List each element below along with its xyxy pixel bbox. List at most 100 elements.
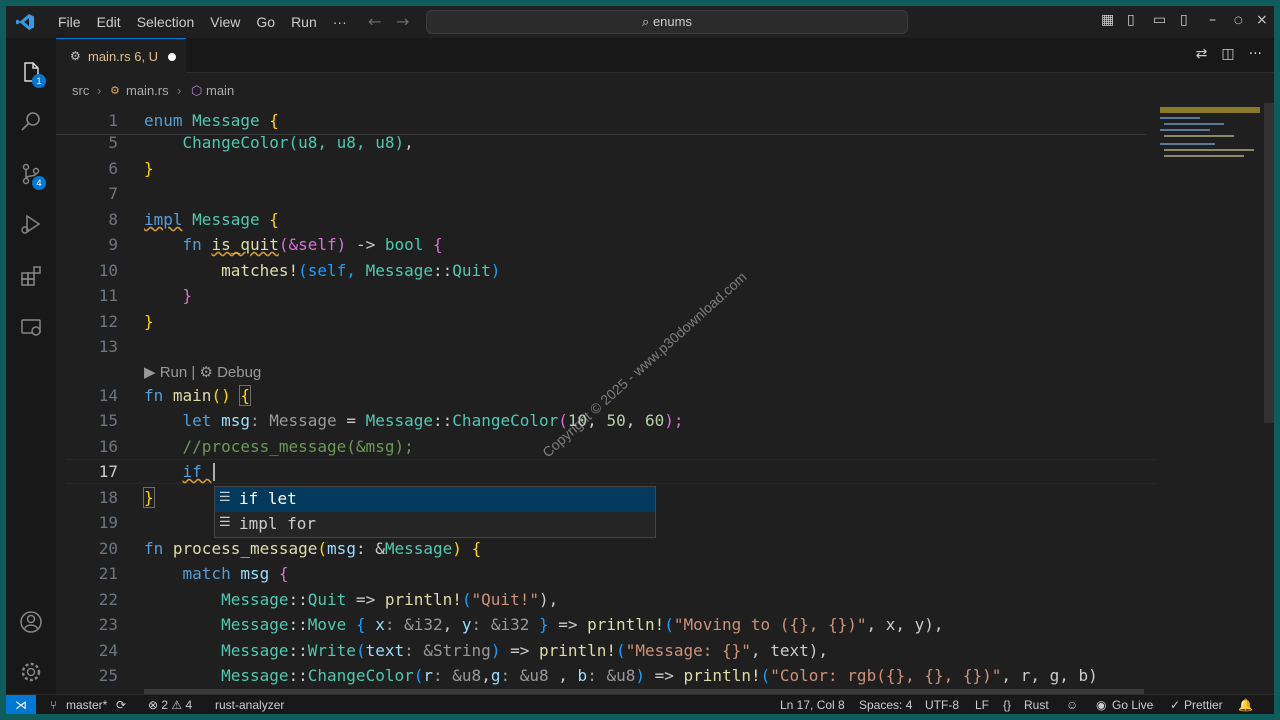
code-line: fn is_quit(&self) -> bool { bbox=[144, 235, 443, 254]
minimize-icon[interactable]: – bbox=[1209, 12, 1216, 28]
toggle-secondary-sidebar-icon[interactable]: ▯ bbox=[1180, 12, 1188, 28]
line-number: 25 bbox=[98, 666, 118, 685]
remote-indicator-icon[interactable]: ⋊ bbox=[6, 695, 36, 714]
codelens-run-debug[interactable]: ▶ Run | ⚙ Debug bbox=[144, 363, 261, 381]
account-icon[interactable] bbox=[19, 610, 43, 634]
title-bar: File Edit Selection View Go Run ··· ← → … bbox=[6, 6, 1274, 38]
git-branch[interactable]: master* bbox=[66, 698, 107, 712]
token: 50 bbox=[606, 411, 626, 430]
bell-icon[interactable]: 🔔 bbox=[1238, 698, 1253, 712]
token: ( bbox=[664, 615, 674, 634]
line-number: 10 bbox=[98, 261, 118, 280]
code-line: impl Message { bbox=[144, 210, 279, 229]
customize-layout-icon[interactable]: ▦ bbox=[1101, 12, 1114, 28]
menu-selection[interactable]: Selection bbox=[129, 6, 203, 38]
maximize-icon[interactable]: ○ bbox=[1234, 15, 1243, 26]
breadcrumb-symbol[interactable]: main bbox=[206, 83, 234, 98]
token: match bbox=[182, 564, 231, 583]
line-number: 11 bbox=[98, 286, 118, 305]
vertical-scrollbar[interactable] bbox=[1264, 103, 1274, 423]
token: if bbox=[182, 462, 212, 481]
minimap-line bbox=[1164, 149, 1254, 151]
copilot-icon[interactable]: ☺ bbox=[1066, 698, 1078, 712]
suggestion-widget[interactable]: ☰ if let ☰ impl for bbox=[214, 486, 656, 538]
rust-file-icon: ⚙ bbox=[70, 49, 81, 63]
end-of-line[interactable]: LF bbox=[975, 698, 989, 712]
settings-gear-icon[interactable] bbox=[19, 660, 43, 684]
breadcrumb-file[interactable]: main.rs bbox=[126, 83, 169, 98]
chevron-right-icon: › bbox=[177, 83, 182, 98]
menu-edit[interactable]: Edit bbox=[89, 6, 129, 38]
code-line: } bbox=[144, 286, 193, 305]
forward-arrow-icon[interactable]: → bbox=[396, 12, 409, 31]
indentation[interactable]: Spaces: 4 bbox=[859, 698, 912, 712]
status-bar: ⋊ ⑂ master* ⟳ ⊗ 2 ⚠ 4 rust-analyzer Ln 1… bbox=[6, 694, 1274, 714]
minimap-line bbox=[1164, 135, 1234, 137]
remote-explorer-icon[interactable] bbox=[19, 316, 43, 340]
encoding[interactable]: UTF-8 bbox=[925, 698, 959, 712]
extensions-icon[interactable] bbox=[19, 264, 43, 288]
sync-icon[interactable]: ⟳ bbox=[116, 698, 126, 712]
token: b bbox=[577, 666, 588, 685]
back-arrow-icon[interactable]: ← bbox=[368, 12, 381, 31]
toggle-sidebar-icon[interactable]: ▯ bbox=[1127, 12, 1135, 28]
breadcrumb-src[interactable]: src bbox=[72, 83, 89, 98]
go-live-button[interactable]: Go Live bbox=[1112, 698, 1153, 712]
token: ) bbox=[452, 539, 462, 558]
prettier-status[interactable]: Prettier bbox=[1184, 698, 1223, 712]
problems-count[interactable]: ⊗ 2 ⚠ 4 bbox=[148, 698, 192, 712]
minimap-line bbox=[1160, 129, 1210, 131]
split-editor-icon[interactable]: ◫ bbox=[1221, 46, 1234, 62]
menu-file[interactable]: File bbox=[50, 6, 89, 38]
command-center-search[interactable]: ⌕ enums bbox=[426, 10, 908, 34]
line-number: 21 bbox=[98, 564, 118, 583]
menu-more[interactable]: ··· bbox=[325, 6, 355, 38]
language-mode[interactable]: Rust bbox=[1024, 698, 1049, 712]
run-debug-icon[interactable] bbox=[19, 212, 43, 236]
token: { bbox=[239, 385, 251, 406]
cursor-position[interactable]: Ln 17, Col 8 bbox=[780, 698, 845, 712]
token: enum bbox=[144, 111, 183, 130]
suggestion-item-selected[interactable]: ☰ if let bbox=[215, 487, 655, 512]
suggestion-item[interactable]: ☰ impl for bbox=[215, 512, 655, 537]
minimap[interactable] bbox=[1156, 103, 1266, 213]
token: , r, g, b) bbox=[1001, 666, 1098, 685]
line-number-current: 17 bbox=[98, 462, 118, 481]
tab-main-rs[interactable]: ⚙ main.rs 6, U bbox=[56, 38, 186, 73]
token: 60 bbox=[644, 411, 665, 430]
token: ), bbox=[538, 590, 559, 609]
compare-changes-icon[interactable]: ⇄ bbox=[1196, 46, 1208, 62]
token: Message bbox=[384, 539, 453, 558]
menu-go[interactable]: Go bbox=[248, 6, 283, 38]
token: :: bbox=[288, 666, 308, 685]
code-line: matches!(self, Message::Quit) bbox=[144, 261, 500, 280]
more-actions-icon[interactable]: ··· bbox=[1249, 46, 1262, 62]
unsaved-dot-icon[interactable] bbox=[168, 53, 176, 61]
menu-run[interactable]: Run bbox=[283, 6, 325, 38]
chevron-right-icon: › bbox=[97, 83, 102, 98]
minimap-highlight bbox=[1160, 107, 1260, 113]
token: } bbox=[143, 487, 155, 508]
suggestion-label: if let bbox=[239, 489, 297, 508]
token: { bbox=[471, 539, 482, 558]
line-number: 22 bbox=[98, 590, 118, 609]
token: :: bbox=[433, 411, 453, 430]
vscode-window: File Edit Selection View Go Run ··· ← → … bbox=[6, 6, 1274, 714]
token: ( bbox=[461, 590, 472, 609]
source-control-badge: 4 bbox=[32, 176, 46, 190]
menu-view[interactable]: View bbox=[202, 6, 248, 38]
function-symbol-icon: ⬡ bbox=[191, 83, 203, 98]
token: println! bbox=[683, 666, 761, 685]
token: is_quit bbox=[211, 235, 279, 254]
line-number: 7 bbox=[108, 184, 118, 203]
close-icon[interactable]: × bbox=[1256, 12, 1268, 28]
editor-tab-bar: ⚙ main.rs 6, U ⇄ ◫ ··· bbox=[56, 38, 1274, 73]
search-icon[interactable] bbox=[19, 110, 43, 134]
token: let bbox=[182, 411, 212, 430]
token: x bbox=[375, 615, 385, 634]
token: fn bbox=[144, 539, 164, 558]
token: text bbox=[365, 641, 405, 660]
rust-analyzer-status[interactable]: rust-analyzer bbox=[215, 698, 284, 712]
toggle-panel-icon[interactable]: ▭ bbox=[1153, 12, 1166, 28]
inlay-type-hint: : &u8 bbox=[587, 666, 636, 685]
